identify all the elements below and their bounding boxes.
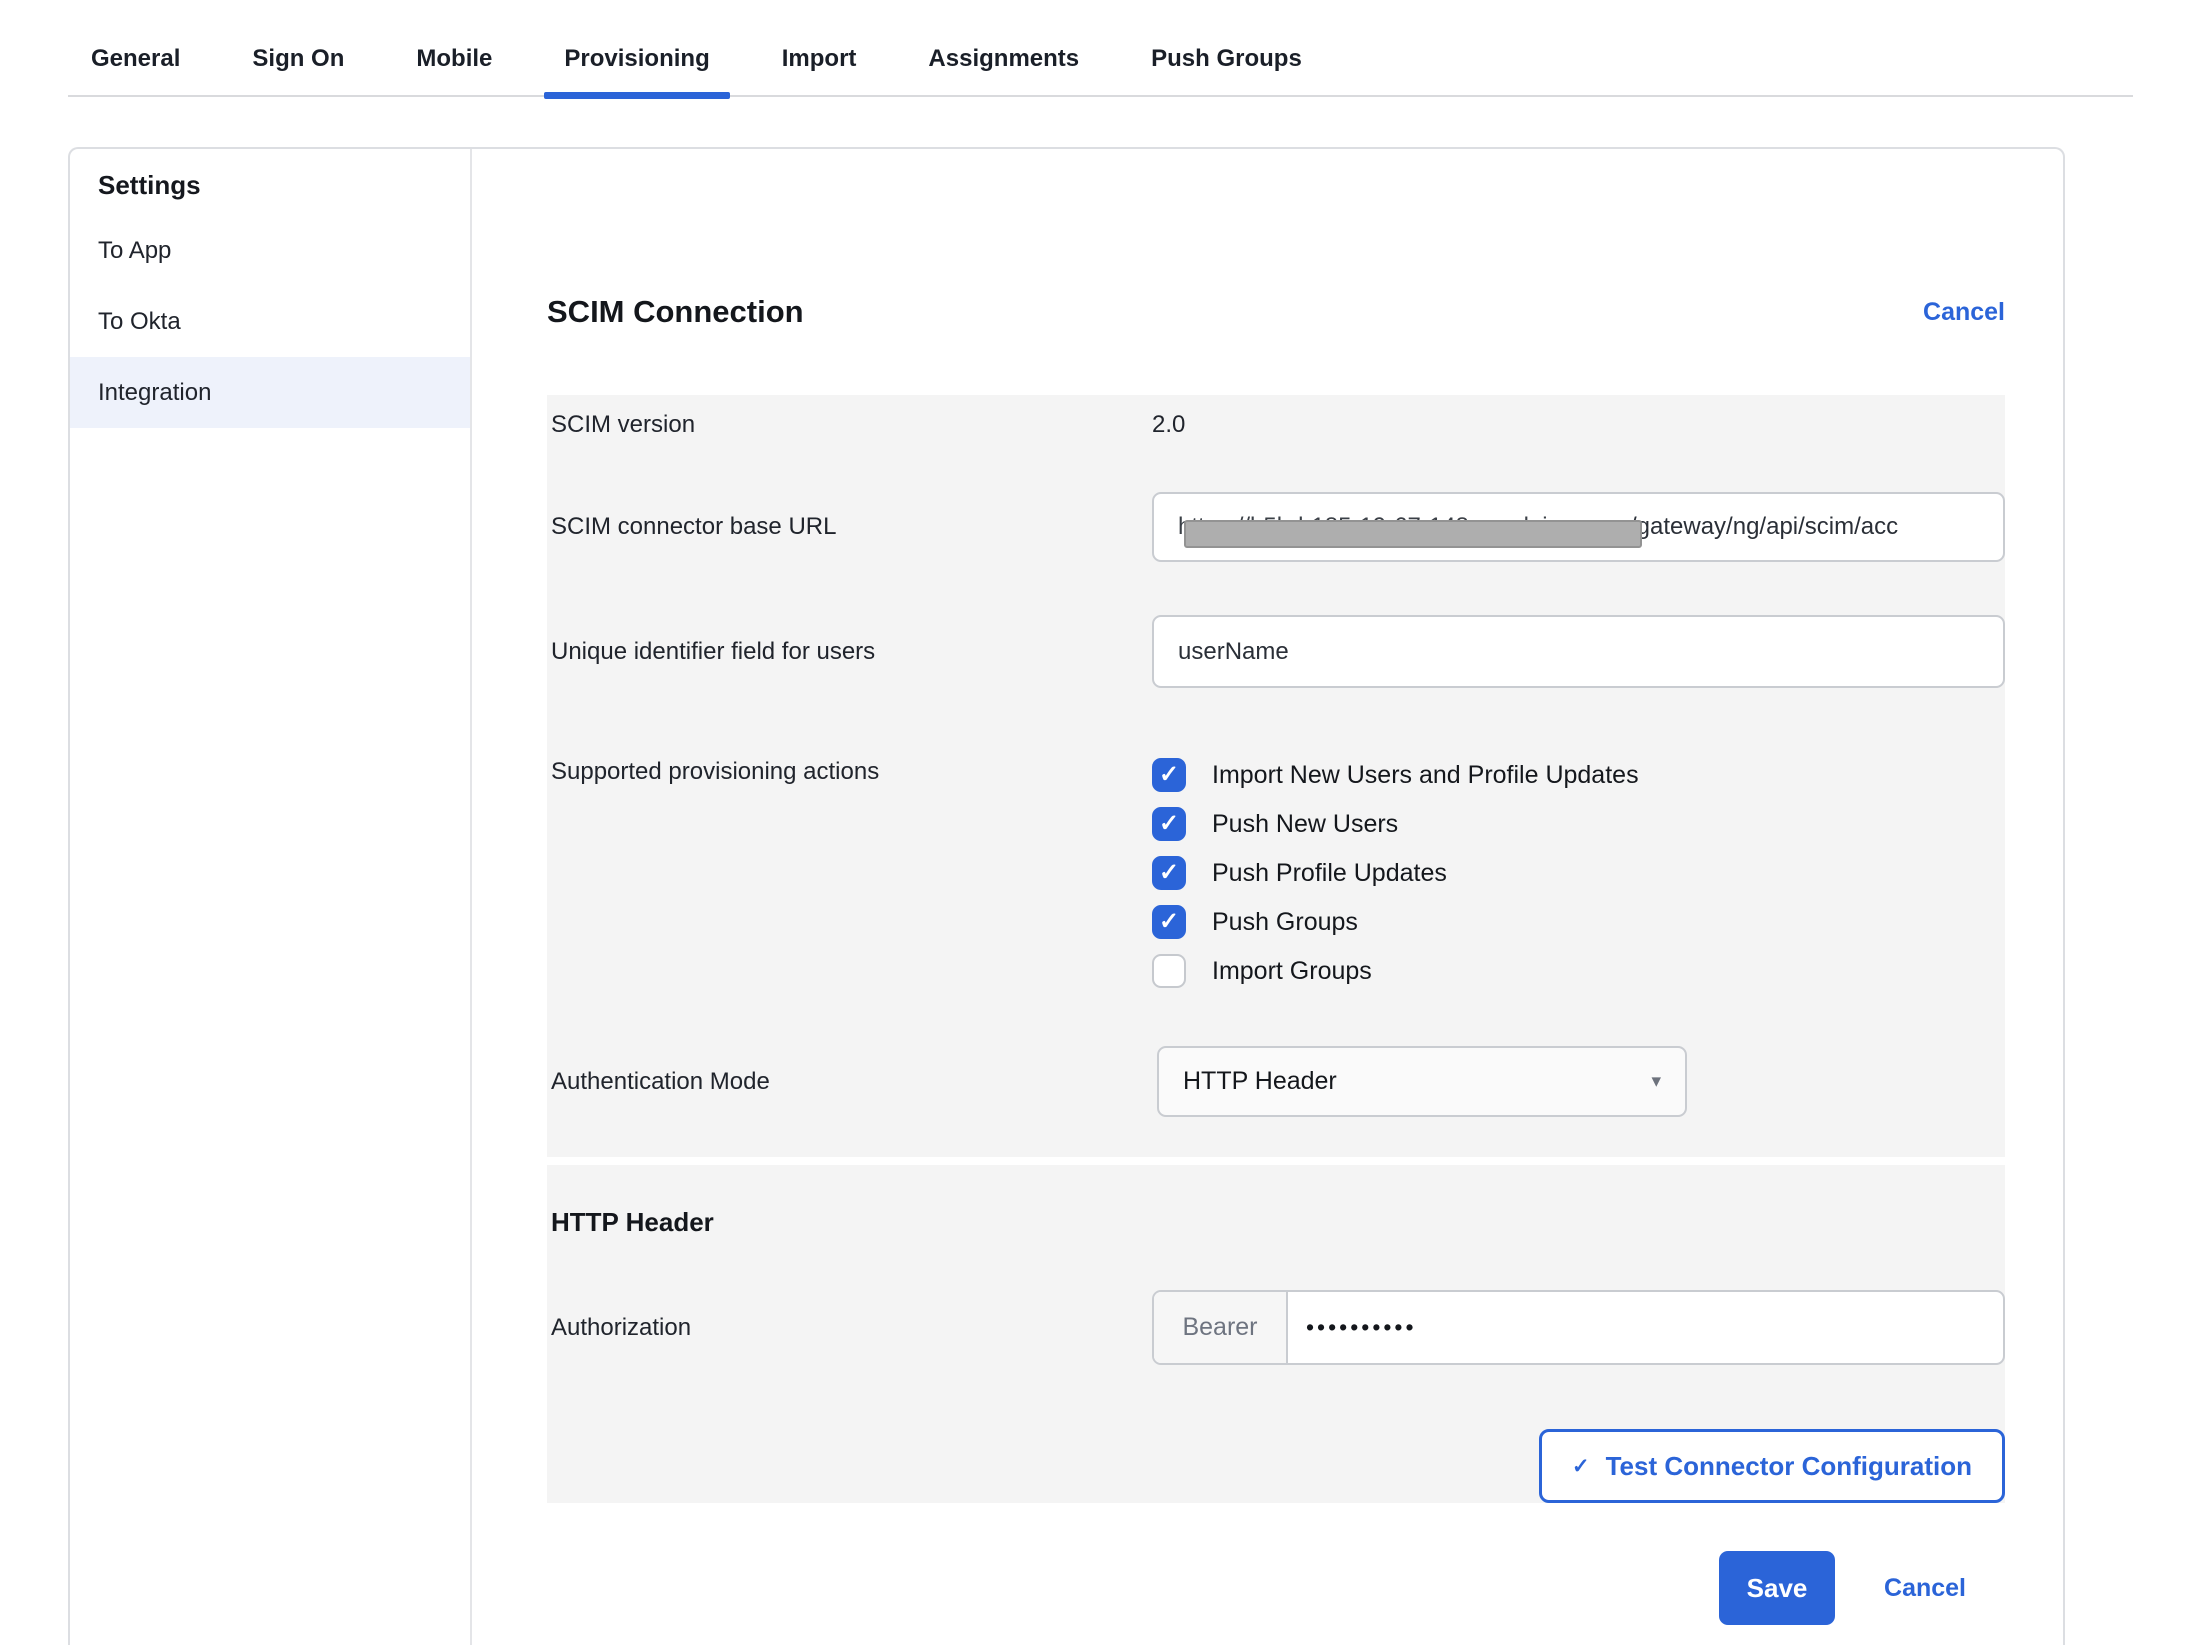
unique-identifier-value: userName [1178,638,1289,666]
tab-mobile[interactable]: Mobile [396,45,512,95]
unique-identifier-row: Unique identifier field for users userNa… [551,615,2005,688]
check-icon: ✓ [1159,910,1179,934]
auth-mode-selected-value: HTTP Header [1183,1067,1337,1096]
checkbox-label: Push Groups [1212,908,1358,937]
scim-settings-panel: SCIM version 2.0 SCIM connector base URL… [547,395,2005,1157]
base-url-visible-tail: /gateway/ng/api/scim/acc [1630,513,1898,541]
sidebar-item-to-okta[interactable]: To Okta [70,286,470,357]
checkbox-import-groups[interactable] [1152,954,1186,988]
checkbox-label: Import Groups [1212,957,1372,986]
tab-import[interactable]: Import [762,45,877,95]
check-icon: ✓ [1159,812,1179,836]
main-header: SCIM Connection Cancel [547,292,2005,332]
test-row: ✓ Test Connector Configuration [551,1429,2005,1503]
http-header-panel: HTTP Header Authorization Bearer •••••••… [547,1165,2005,1503]
checkbox-item-push-profile-updates[interactable]: ✓ Push Profile Updates [1152,856,2005,890]
checkbox-push-new-users[interactable]: ✓ [1152,807,1186,841]
base-url-input[interactable]: https://b5bd-185-19-67-148.ngrok.io /gat… [1152,492,2005,562]
scim-version-label: SCIM version [551,411,1152,439]
checkbox-push-profile-updates[interactable]: ✓ [1152,856,1186,890]
redaction-bar [1184,520,1642,548]
checkbox-label: Push Profile Updates [1212,859,1447,888]
save-button[interactable]: Save [1719,1551,1835,1625]
test-button-label: Test Connector Configuration [1606,1451,1972,1482]
unique-identifier-label: Unique identifier field for users [551,638,1152,666]
checkbox-item-import-new-users[interactable]: ✓ Import New Users and Profile Updates [1152,758,2005,792]
base-url-label: SCIM connector base URL [551,513,1152,541]
app-tab-bar: General Sign On Mobile Provisioning Impo… [68,0,2133,97]
check-icon: ✓ [1159,763,1179,787]
page-title: SCIM Connection [547,292,804,332]
check-icon: ✓ [1572,1454,1590,1479]
checkbox-item-push-groups[interactable]: ✓ Push Groups [1152,905,2005,939]
check-icon: ✓ [1159,861,1179,885]
tab-push-groups[interactable]: Push Groups [1131,45,1322,95]
cancel-link-top[interactable]: Cancel [1923,298,2005,327]
authorization-token-input[interactable]: •••••••••• [1288,1292,2003,1363]
scim-version-value: 2.0 [1152,411,1185,438]
checkbox-item-import-groups[interactable]: Import Groups [1152,954,2005,988]
tab-sign-on[interactable]: Sign On [232,45,364,95]
checkbox-label: Push New Users [1212,810,1398,839]
http-header-title: HTTP Header [551,1207,2005,1238]
checkbox-import-new-users[interactable]: ✓ [1152,758,1186,792]
sidebar-item-to-app[interactable]: To App [70,215,470,286]
authorization-label: Authorization [551,1314,1152,1342]
authorization-input-group: Bearer •••••••••• [1152,1290,2005,1365]
base-url-row: SCIM connector base URL https://b5bd-185… [551,492,2005,562]
unique-identifier-input[interactable]: userName [1152,615,2005,688]
cancel-link-bottom[interactable]: Cancel [1884,1574,1966,1603]
settings-sidebar: Settings To App To Okta Integration [70,149,472,1645]
provisioning-actions-row: Supported provisioning actions ✓ Import … [551,758,2005,988]
provisioning-card: Settings To App To Okta Integration SCIM… [68,147,2065,1645]
main-panel: SCIM Connection Cancel SCIM version 2.0 … [472,149,2063,1645]
auth-mode-label: Authentication Mode [551,1068,1152,1096]
tab-assignments[interactable]: Assignments [908,45,1099,95]
bearer-prefix: Bearer [1154,1292,1288,1363]
form-actions: Save Cancel [547,1551,2005,1625]
sidebar-title: Settings [70,155,470,215]
sidebar-item-integration[interactable]: Integration [70,357,470,428]
tab-provisioning[interactable]: Provisioning [544,45,729,95]
provisioning-actions-list: ✓ Import New Users and Profile Updates ✓… [1152,758,2005,988]
authorization-row: Authorization Bearer •••••••••• [551,1290,2005,1365]
checkbox-push-groups[interactable]: ✓ [1152,905,1186,939]
auth-mode-select[interactable]: HTTP Header ▾ [1157,1046,1687,1117]
scim-version-row: SCIM version 2.0 [551,411,2005,439]
test-connector-configuration-button[interactable]: ✓ Test Connector Configuration [1539,1429,2005,1503]
tab-general[interactable]: General [71,45,200,95]
checkbox-label: Import New Users and Profile Updates [1212,761,1639,790]
chevron-down-icon: ▾ [1651,1070,1661,1093]
provisioning-actions-label: Supported provisioning actions [551,758,1152,988]
auth-mode-row: Authentication Mode HTTP Header ▾ [551,1046,2005,1117]
checkbox-item-push-new-users[interactable]: ✓ Push New Users [1152,807,2005,841]
